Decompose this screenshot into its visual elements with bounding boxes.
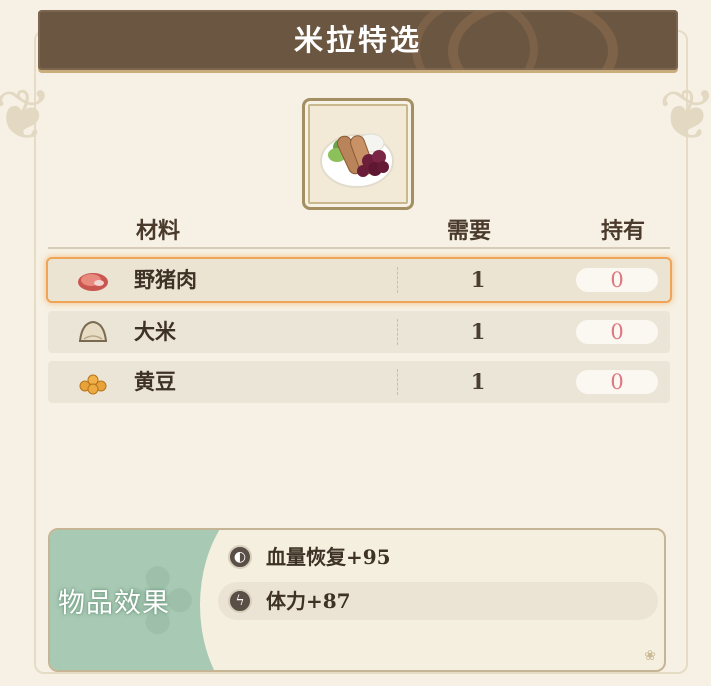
material-name: 黄豆 <box>134 369 176 394</box>
effect-text: 血量恢复+95 <box>266 545 391 569</box>
soybean-icon <box>79 374 107 395</box>
rice-sack-icon <box>78 320 108 342</box>
header-material: 材料 <box>136 218 181 244</box>
material-name: 野猪肉 <box>134 267 197 292</box>
material-own: 0 <box>610 320 624 344</box>
corner-flourish-left: ❦ <box>0 74 53 156</box>
recipe-title: 米拉特选 <box>293 23 422 57</box>
stamina-bolt-icon: ϟ <box>228 589 252 613</box>
material-own: 0 <box>610 370 624 394</box>
item-effects-box: ✤ 物品效果 ◐ 血量恢复+95 ϟ 体力+87 ❀ <box>48 528 666 672</box>
corner-ornament-icon: ❀ <box>644 648 656 664</box>
effect-row-health: ◐ 血量恢复+95 <box>218 538 658 576</box>
material-name: 大米 <box>134 319 176 344</box>
material-need: 1 <box>470 267 486 292</box>
boar-meat-icon <box>78 273 108 291</box>
dish-plate-icon <box>320 133 394 188</box>
material-need: 1 <box>470 319 486 344</box>
effects-label: 物品效果 <box>58 588 170 619</box>
health-restore-icon: ◐ <box>228 545 252 569</box>
title-banner: 米拉特选 <box>38 10 678 70</box>
row-separator <box>397 267 398 293</box>
header-need: 需要 <box>447 218 492 244</box>
material-need: 1 <box>470 369 486 394</box>
material-row-boar-meat[interactable]: 野猪肉 1 0 <box>48 259 670 301</box>
material-row-rice[interactable]: 大米 1 0 <box>48 311 670 353</box>
corner-flourish-right: ❦ <box>658 74 711 156</box>
row-separator <box>397 319 398 345</box>
material-row-soybean[interactable]: 黄豆 1 0 <box>48 361 670 403</box>
material-own: 0 <box>610 268 624 292</box>
recipe-panel: ❦ ❦ 米拉特选 材料 需要 持有 野猪肉 1 0 大米 1 0 黄豆 1 0 … <box>0 0 711 686</box>
row-separator <box>397 369 398 395</box>
effect-text: 体力+87 <box>266 589 351 613</box>
effect-row-stamina: ϟ 体力+87 <box>218 582 658 620</box>
dish-image-frame <box>302 98 414 210</box>
header-own: 持有 <box>601 218 646 244</box>
header-divider <box>48 247 670 249</box>
